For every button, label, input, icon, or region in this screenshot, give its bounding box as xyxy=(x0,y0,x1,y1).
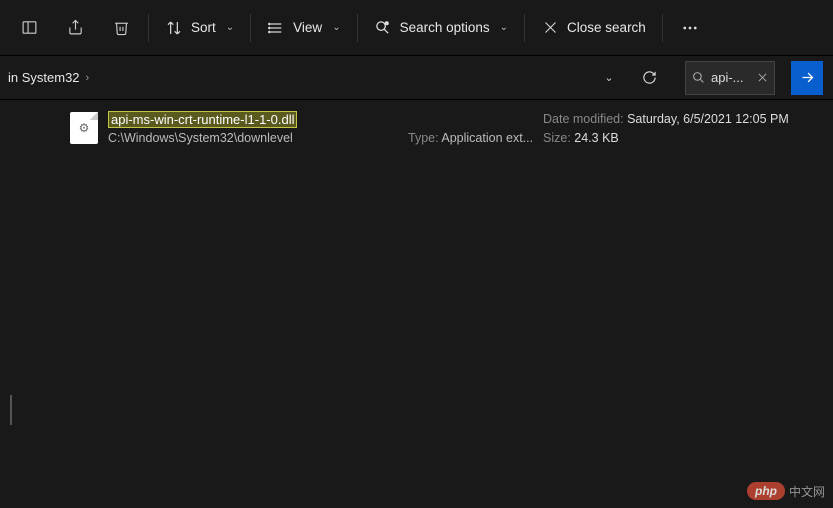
more-icon xyxy=(681,19,699,37)
clear-search-button[interactable] xyxy=(751,72,774,83)
sort-button[interactable]: Sort ⌄ xyxy=(153,8,246,48)
watermark-text: 中文网 xyxy=(789,483,825,500)
search-options-label: Search options xyxy=(400,20,490,35)
refresh-button[interactable] xyxy=(631,60,667,96)
dll-file-icon: ⚙ xyxy=(70,112,98,144)
share-button[interactable] xyxy=(52,8,98,48)
close-icon xyxy=(541,19,559,37)
search-result-row[interactable]: ⚙ api-ms-win-crt-runtime-l1-1-0.dll C:\W… xyxy=(0,100,833,145)
close-search-label: Close search xyxy=(567,20,646,35)
history-dropdown-button[interactable]: ⌄ xyxy=(591,60,627,96)
php-badge: php xyxy=(747,482,785,500)
toolbar: Sort ⌄ View ⌄ Search options ⌄ Close sea… xyxy=(0,0,833,56)
share-icon xyxy=(66,19,84,37)
arrow-right-icon xyxy=(800,70,815,85)
delete-button[interactable] xyxy=(98,8,144,48)
result-type: Type: Application ext... xyxy=(408,127,543,145)
toolbar-divider xyxy=(524,14,525,42)
toolbar-divider xyxy=(250,14,251,42)
cut-button[interactable] xyxy=(6,8,52,48)
filename-highlight: api-ms-win-crt-runtime-l1-1-0.dll xyxy=(108,111,297,128)
breadcrumb-location: in System32 xyxy=(8,70,80,85)
search-submit-button[interactable] xyxy=(791,61,823,95)
search-icon xyxy=(686,71,711,84)
scrollbar-indicator[interactable] xyxy=(10,395,12,425)
breadcrumb[interactable]: in System32 › xyxy=(0,70,581,85)
chevron-down-icon: ⌄ xyxy=(226,22,234,33)
panel-icon xyxy=(20,19,38,37)
date-value: Saturday, 6/5/2021 12:05 PM xyxy=(627,112,789,126)
refresh-icon xyxy=(642,70,657,85)
size-value: 24.3 KB xyxy=(574,131,618,145)
watermark: php 中文网 xyxy=(747,482,825,500)
sort-icon xyxy=(165,19,183,37)
close-search-button[interactable]: Close search xyxy=(529,8,658,48)
search-options-button[interactable]: Search options ⌄ xyxy=(362,8,520,48)
toolbar-divider xyxy=(148,14,149,42)
search-options-icon xyxy=(374,19,392,37)
result-date: Date modified: Saturday, 6/5/2021 12:05 … xyxy=(543,112,733,127)
result-filename: api-ms-win-crt-runtime-l1-1-0.dll xyxy=(108,112,408,127)
view-icon xyxy=(267,19,285,37)
toolbar-divider xyxy=(662,14,663,42)
sort-label: Sort xyxy=(191,20,216,35)
address-actions: ⌄ xyxy=(591,60,675,96)
gear-icon: ⚙ xyxy=(79,121,90,135)
result-size: Size: 24.3 KB xyxy=(543,127,733,145)
result-path: C:\Windows\System32\downlevel xyxy=(108,127,408,145)
view-button[interactable]: View ⌄ xyxy=(255,8,352,48)
chevron-down-icon: ⌄ xyxy=(604,71,613,84)
chevron-down-icon: ⌄ xyxy=(332,22,340,33)
more-button[interactable] xyxy=(667,8,713,48)
search-input[interactable]: api-... xyxy=(685,61,775,95)
search-query-text: api-... xyxy=(711,70,751,85)
result-info: api-ms-win-crt-runtime-l1-1-0.dll C:\Win… xyxy=(108,112,833,145)
type-key: Type: xyxy=(408,131,439,145)
size-key: Size: xyxy=(543,131,571,145)
trash-icon xyxy=(112,19,130,37)
content-area: ⚙ api-ms-win-crt-runtime-l1-1-0.dll C:\W… xyxy=(0,100,833,508)
chevron-down-icon: ⌄ xyxy=(500,22,508,33)
type-value: Application ext... xyxy=(441,131,533,145)
date-key: Date modified: xyxy=(543,112,624,126)
chevron-right-icon: › xyxy=(86,72,90,84)
address-bar: in System32 › ⌄ api-... xyxy=(0,56,833,100)
view-label: View xyxy=(293,20,322,35)
toolbar-divider xyxy=(357,14,358,42)
